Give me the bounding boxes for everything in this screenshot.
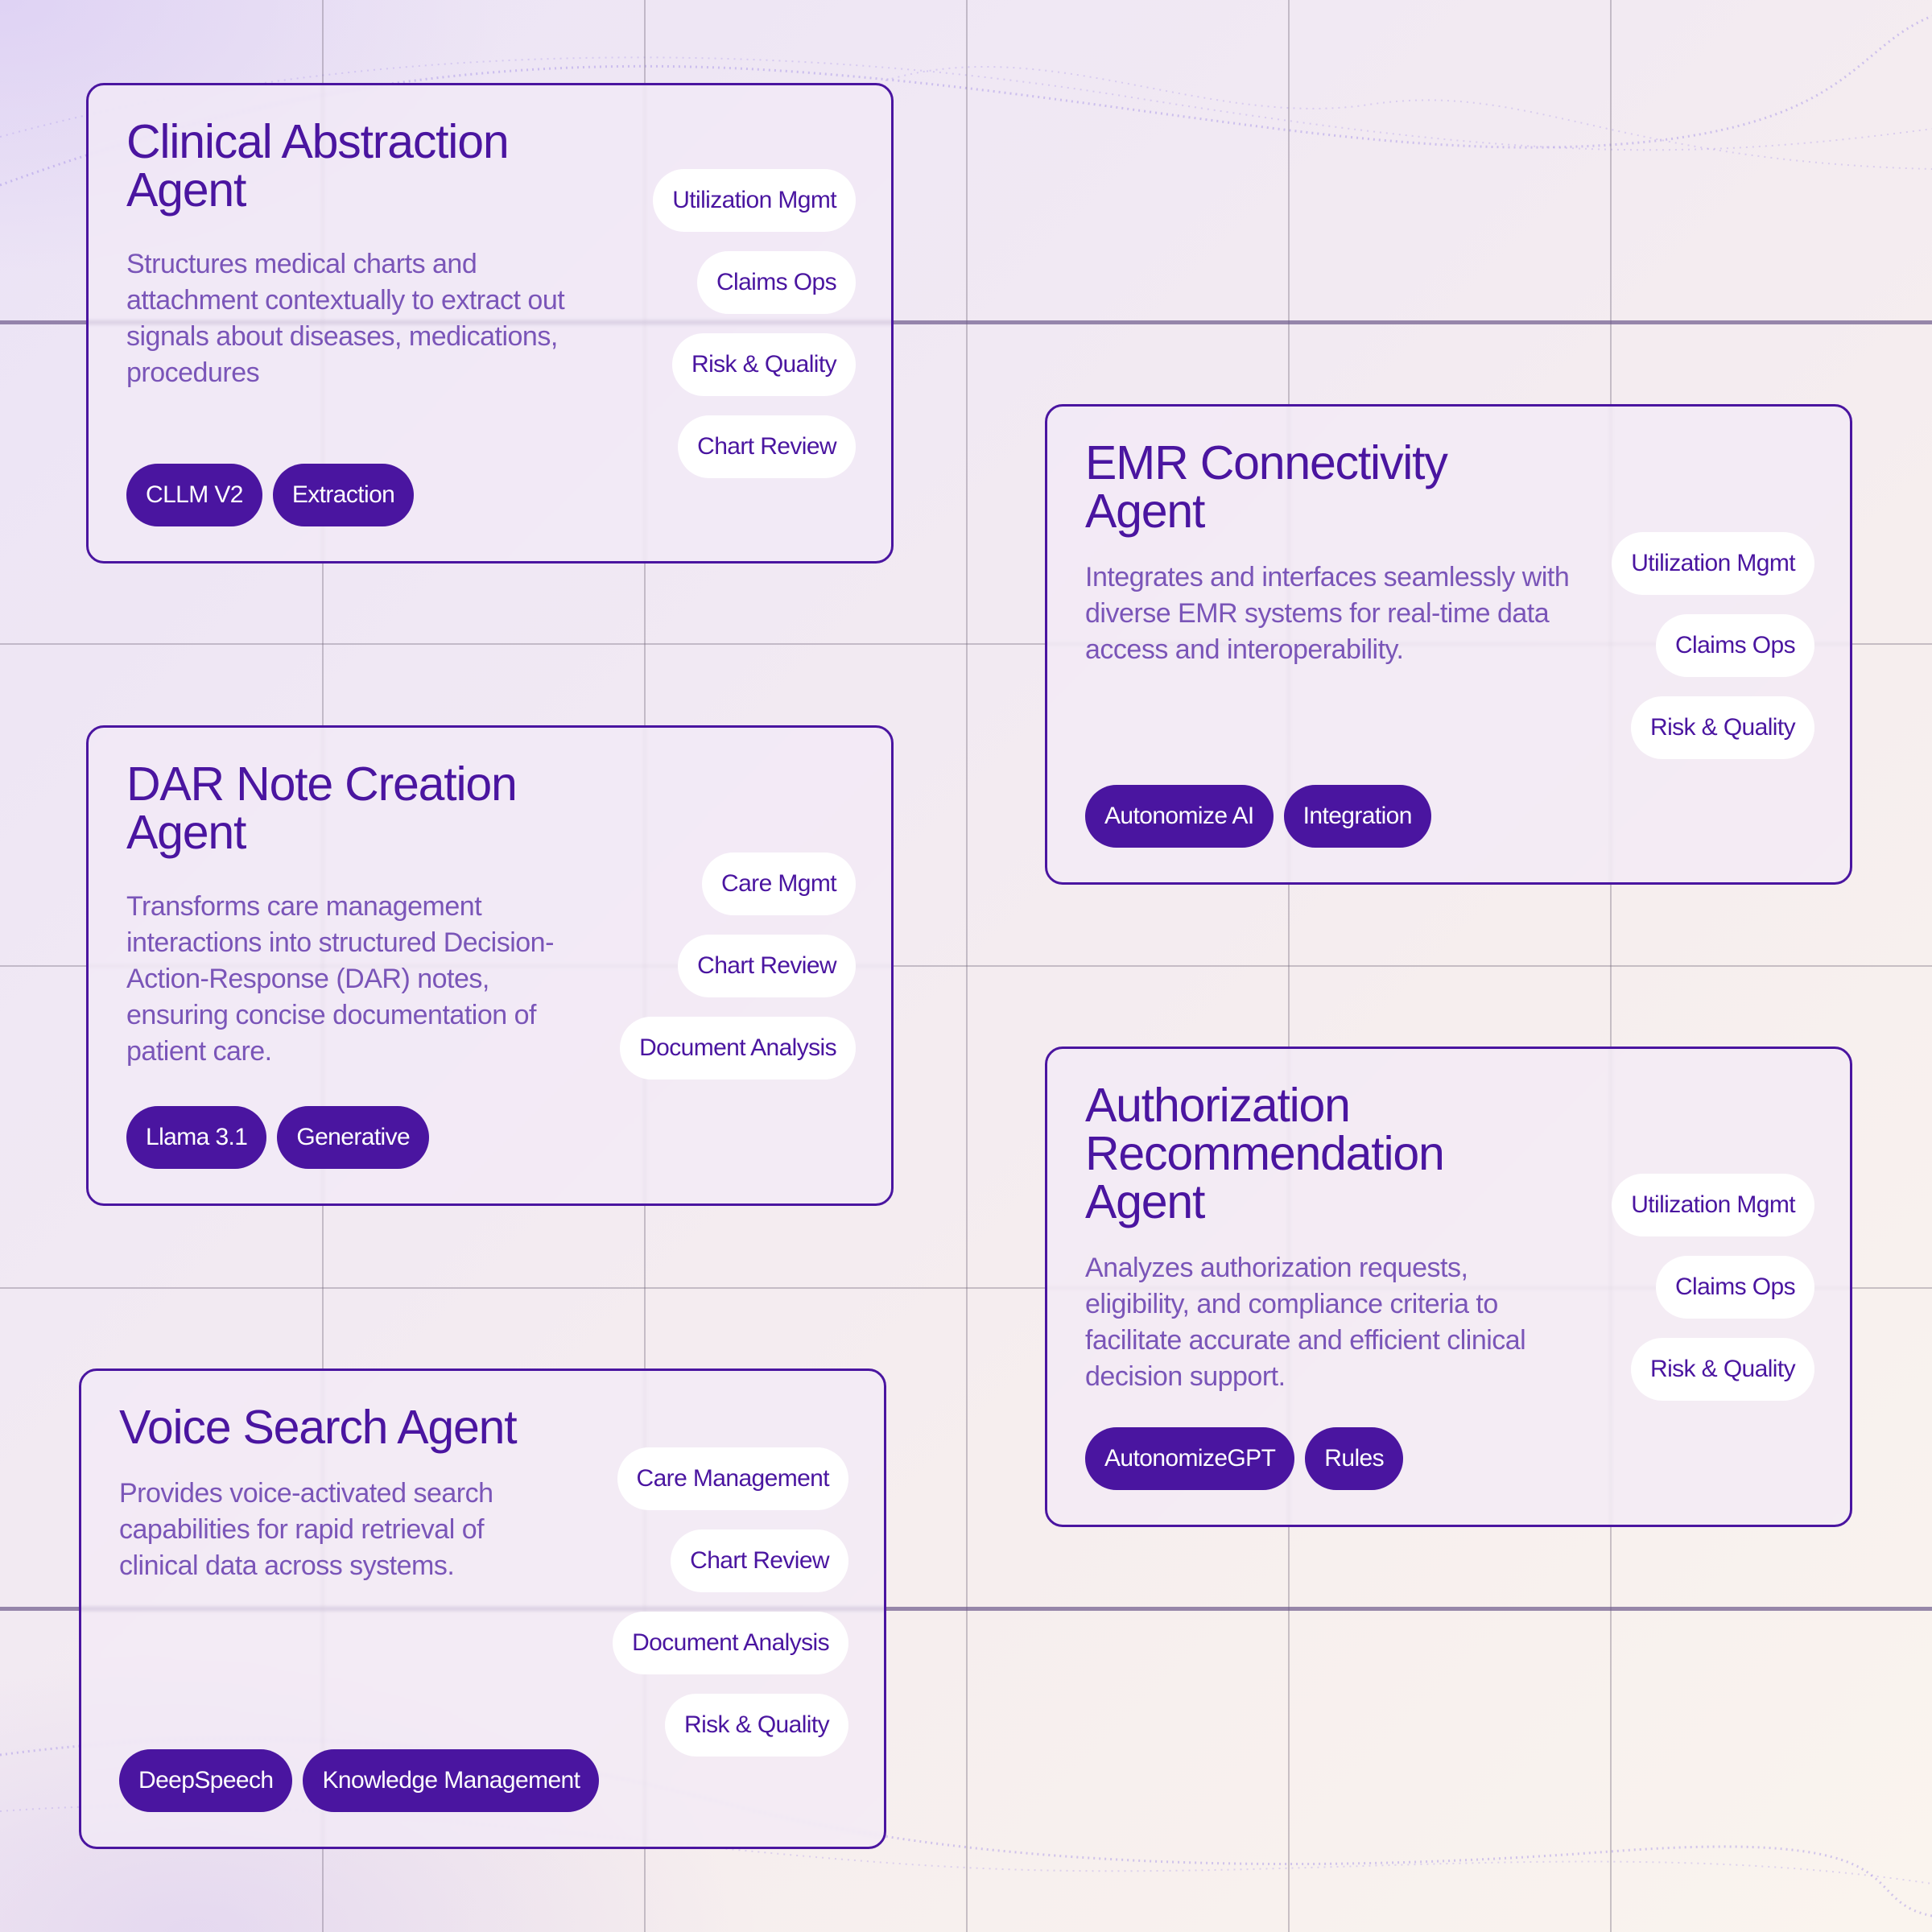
card-description: Structures medical charts and attachment… <box>126 249 565 388</box>
use-case-list: Utilization Mgmt Claims Ops Risk & Quali… <box>653 169 856 478</box>
tech-tag-list: Llama 3.1 Generative <box>126 1106 430 1169</box>
tech-tag-list: DeepSpeech Knowledge Management <box>119 1749 600 1812</box>
use-case-pill[interactable]: Claims Ops <box>1655 614 1814 677</box>
agent-card-dar-note-creation[interactable]: DAR Note Creation Agent Transforms care … <box>86 725 894 1206</box>
card-title: Voice Search Agent <box>119 1401 518 1454</box>
tech-tag-chip[interactable]: Autonomize AI <box>1085 785 1274 848</box>
use-case-pill[interactable]: Chart Review <box>678 935 856 997</box>
tech-tag-list: AutonomizeGPT Rules <box>1085 1427 1403 1490</box>
tech-tag-chip[interactable]: Knowledge Management <box>303 1749 600 1812</box>
tech-tag-chip[interactable]: CLLM V2 <box>126 464 262 526</box>
tech-tag-chip[interactable]: Extraction <box>272 464 415 526</box>
tech-tag-list: Autonomize AI Integration <box>1085 785 1431 848</box>
agent-card-emr-connectivity[interactable]: EMR Connectivity Agent Integrates and in… <box>1045 404 1852 885</box>
use-case-pill[interactable]: Claims Ops <box>1655 1256 1814 1319</box>
tech-tag-chip[interactable]: Llama 3.1 <box>126 1106 267 1169</box>
agent-card-voice-search[interactable]: Voice Search Agent Provides voice-activa… <box>79 1368 886 1849</box>
use-case-list: Care Mgmt Chart Review Document Analysis <box>620 852 856 1080</box>
tech-tag-chip[interactable]: DeepSpeech <box>119 1749 293 1812</box>
use-case-list: Care Management Chart Review Document An… <box>613 1447 848 1757</box>
use-case-pill[interactable]: Document Analysis <box>620 1017 856 1080</box>
use-case-pill[interactable]: Risk & Quality <box>1631 1338 1814 1401</box>
card-description: Analyzes authorization requests, eligibi… <box>1085 1253 1526 1392</box>
card-title: EMR Connectivity Agent <box>1085 436 1448 538</box>
use-case-pill[interactable]: Utilization Mgmt <box>1612 1174 1814 1236</box>
use-case-pill[interactable]: Utilization Mgmt <box>653 169 856 232</box>
use-case-pill[interactable]: Claims Ops <box>696 251 856 314</box>
use-case-pill[interactable]: Risk & Quality <box>665 1694 848 1757</box>
tech-tag-chip[interactable]: Integration <box>1283 785 1431 848</box>
card-description: Provides voice-activated search capabili… <box>119 1478 493 1581</box>
card-description: Integrates and interfaces seamlessly wit… <box>1085 562 1570 665</box>
agent-card-authorization-recommendation[interactable]: Authorization Recommendation Agent Analy… <box>1045 1046 1852 1527</box>
tech-tag-chip[interactable]: AutonomizeGPT <box>1085 1427 1295 1490</box>
card-title: Authorization Recommendation Agent <box>1085 1079 1445 1228</box>
use-case-pill[interactable]: Risk & Quality <box>1631 696 1814 759</box>
use-case-list: Utilization Mgmt Claims Ops Risk & Quali… <box>1612 1174 1814 1401</box>
use-case-pill[interactable]: Chart Review <box>678 415 856 478</box>
agent-card-clinical-abstraction[interactable]: Clinical Abstraction Agent Structures me… <box>86 83 894 564</box>
use-case-pill[interactable]: Risk & Quality <box>672 333 856 396</box>
use-case-pill[interactable]: Utilization Mgmt <box>1612 532 1814 595</box>
use-case-list: Utilization Mgmt Claims Ops Risk & Quali… <box>1612 532 1814 759</box>
use-case-pill[interactable]: Care Mgmt <box>702 852 856 915</box>
use-case-pill[interactable]: Care Management <box>617 1447 848 1510</box>
use-case-pill[interactable]: Chart Review <box>671 1530 848 1592</box>
card-description: Transforms care management interactions … <box>126 891 554 1067</box>
card-title: DAR Note Creation Agent <box>126 758 518 859</box>
tech-tag-chip[interactable]: Rules <box>1305 1427 1403 1490</box>
tech-tag-list: CLLM V2 Extraction <box>126 464 415 526</box>
card-title: Clinical Abstraction Agent <box>126 115 510 217</box>
tech-tag-chip[interactable]: Generative <box>277 1106 430 1169</box>
use-case-pill[interactable]: Document Analysis <box>613 1612 848 1674</box>
